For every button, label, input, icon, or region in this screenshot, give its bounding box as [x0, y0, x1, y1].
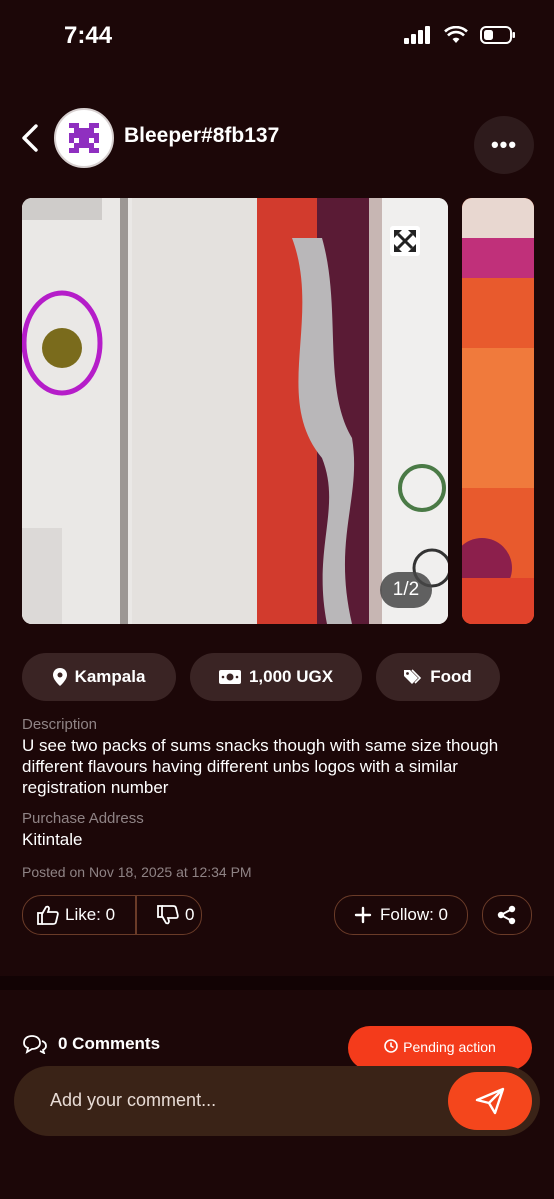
image-counter: 1/2 — [380, 572, 432, 608]
send-icon — [475, 1087, 505, 1115]
location-label: Kampala — [74, 667, 146, 686]
thumbs-down-icon — [157, 905, 179, 925]
pending-action-button[interactable]: Pending action — [348, 1026, 532, 1070]
comments-count: 0 Comments — [58, 1034, 161, 1053]
location-pin-icon — [52, 668, 67, 686]
follow-label: Follow: 0 — [379, 905, 449, 924]
description-text: U see two packs of sums snacks though wi… — [22, 736, 499, 797]
like-button[interactable]: Like: 0 — [23, 896, 137, 934]
status-time: 7:44 — [64, 22, 113, 49]
reaction-group: Like: 0 0 — [22, 895, 202, 935]
snack-pack-photo — [22, 198, 448, 624]
clock-icon — [384, 1039, 398, 1053]
description-label: Description — [22, 716, 98, 733]
back-icon[interactable] — [16, 120, 44, 156]
post-image-next[interactable] — [462, 198, 534, 624]
ellipsis-icon: ••• — [490, 132, 518, 157]
status-icons — [404, 26, 516, 44]
signal-icon — [404, 26, 430, 44]
battery-icon — [480, 26, 515, 44]
plus-icon — [354, 906, 372, 924]
price-chip[interactable]: 1,000 UGX — [190, 653, 362, 701]
wifi-icon — [444, 26, 468, 43]
avatar[interactable] — [54, 108, 114, 168]
pixel-avatar-icon — [69, 123, 99, 153]
username[interactable]: Bleeper#8fb137 — [124, 124, 279, 148]
thumbs-up-icon — [37, 905, 59, 925]
comments-icon — [23, 1035, 47, 1054]
dislike-button[interactable]: 0 — [145, 905, 194, 925]
more-options-button[interactable]: ••• — [474, 116, 534, 174]
comment-input[interactable]: Add your comment... — [50, 1090, 216, 1111]
posted-date: Posted on Nov 18, 2025 at 12:34 PM — [22, 864, 252, 880]
dislike-count: 0 — [185, 905, 195, 924]
comments-header: 0 Comments — [22, 1034, 160, 1054]
purchase-address-value: Kitintale — [22, 830, 83, 849]
section-divider — [0, 976, 554, 990]
like-count: Like: 0 — [65, 905, 116, 924]
expand-icon[interactable] — [390, 226, 420, 256]
category-chip[interactable]: Food — [376, 653, 500, 701]
post-image-main[interactable] — [22, 198, 448, 624]
share-button[interactable] — [482, 895, 532, 935]
share-icon — [497, 905, 516, 925]
follow-button[interactable]: Follow: 0 — [334, 895, 468, 935]
snack-pack-photo-2 — [462, 198, 534, 624]
location-chip[interactable]: Kampala — [22, 653, 176, 701]
send-button[interactable] — [448, 1072, 532, 1130]
price-label: 1,000 UGX — [248, 667, 334, 686]
pending-label: Pending action — [403, 1039, 496, 1055]
tag-icon — [404, 669, 422, 684]
category-label: Food — [430, 667, 472, 686]
purchase-address-label: Purchase Address — [22, 810, 144, 827]
money-icon — [218, 670, 241, 684]
